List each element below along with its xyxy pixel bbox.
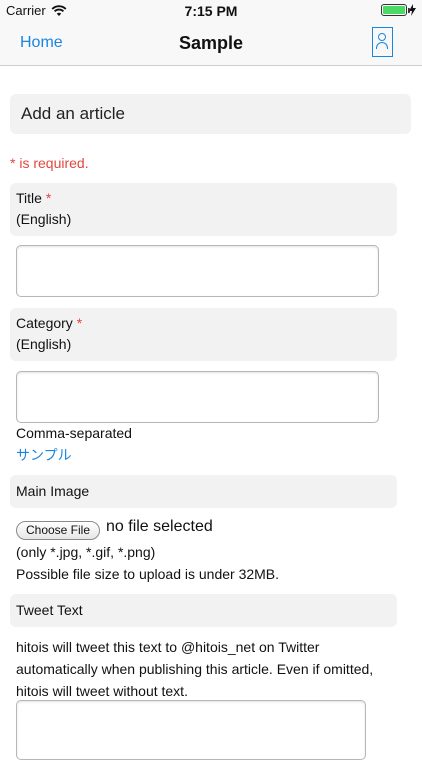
image-size-note: Possible file size to upload is under 32…: [16, 566, 280, 582]
category-required-mark: *: [76, 315, 83, 331]
category-input[interactable]: [16, 371, 379, 423]
title-label-box: Title * (English): [10, 183, 397, 236]
category-label: Category *: [16, 315, 82, 331]
category-hint: Comma-separated: [16, 425, 132, 441]
tweet-text-input[interactable]: [16, 700, 366, 760]
title-label: Title *: [16, 190, 51, 206]
profile-card-icon[interactable]: [372, 27, 393, 57]
charging-bolt-icon: [409, 4, 416, 16]
required-note: * is required.: [10, 155, 89, 171]
form-heading: Add an article: [21, 104, 125, 123]
title-label-text: Title: [16, 190, 42, 206]
choose-file-button[interactable]: Choose File: [16, 521, 100, 540]
image-formats-note: (only *.jpg, *.gif, *.png): [16, 544, 156, 560]
battery-icon: [381, 4, 410, 16]
title-required-mark: *: [45, 190, 52, 206]
category-label-box: Category * (English): [10, 308, 397, 361]
status-time: 7:15 PM: [184, 3, 238, 19]
title-sublabel: (English): [16, 211, 72, 227]
status-bar: Carrier 7:15 PM: [0, 0, 422, 22]
tweet-text-description: hitois will tweet this text to @hitois_n…: [16, 639, 374, 699]
page-title: Sample: [178, 33, 244, 53]
title-input[interactable]: [16, 245, 379, 297]
main-image-label: Main Image: [16, 483, 90, 499]
status-right: [381, 4, 416, 16]
category-sample-link[interactable]: サンプル: [16, 445, 72, 465]
category-label-text: Category: [16, 315, 73, 331]
main-image-label-box: Main Image: [10, 475, 397, 508]
navigation-bar: Home Sample: [0, 22, 422, 66]
tweet-text-label: Tweet Text: [16, 602, 83, 618]
category-sublabel: (English): [16, 336, 72, 352]
form-heading-box: Add an article: [10, 94, 411, 134]
tweet-text-label-box: Tweet Text: [10, 594, 397, 627]
file-status: no file selected: [106, 518, 213, 535]
